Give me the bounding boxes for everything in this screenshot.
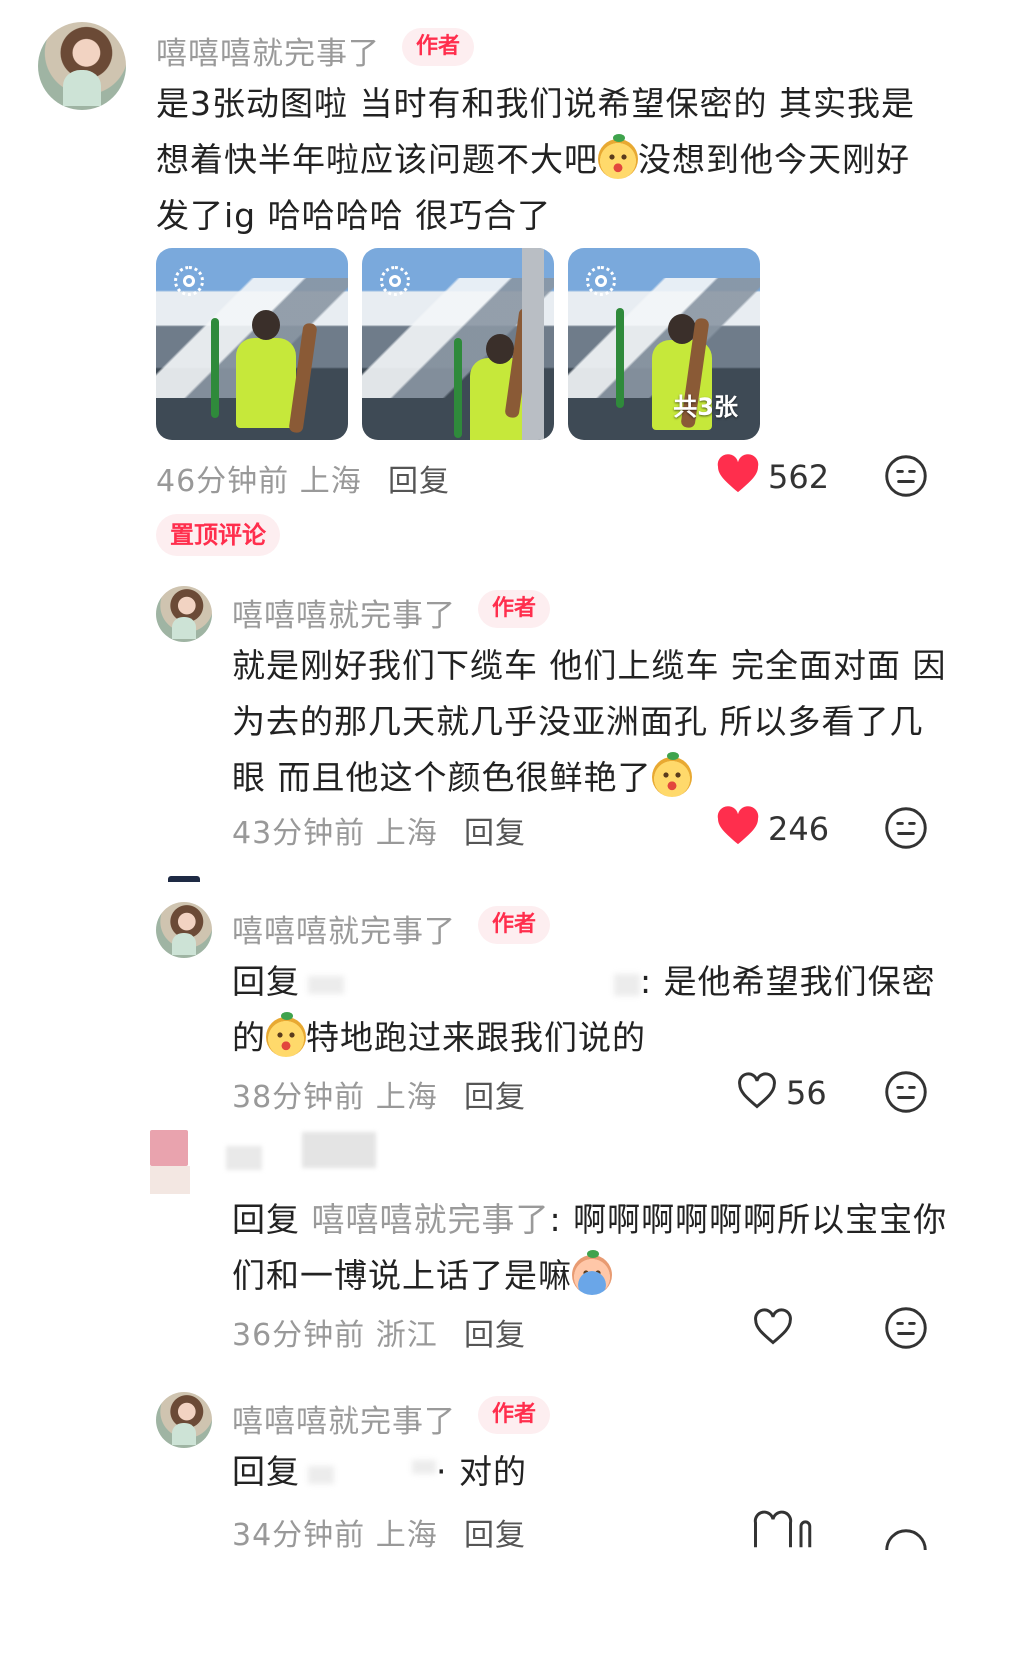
- avatar[interactable]: [38, 22, 126, 110]
- comment-text: 回复 · 对的: [232, 1444, 1002, 1500]
- avatar[interactable]: [156, 902, 212, 958]
- author-badge: 作者: [478, 906, 551, 944]
- live-photo-icon: [174, 266, 204, 296]
- dog-emoji-icon: [266, 1012, 306, 1057]
- emoji-reaction-icon[interactable]: [884, 806, 928, 850]
- comment-line: 就是刚好我们下缆车 他们上缆车 完全面对面 因: [232, 646, 947, 685]
- comment-line: 为去的那几天就几乎没亚洲面孔 所以多看了几: [232, 702, 924, 741]
- emoji-reaction-icon[interactable]: [884, 1506, 928, 1550]
- comment-author[interactable]: 嘻嘻嘻就完事了: [232, 1396, 456, 1441]
- blurred-username[interactable]: [226, 1146, 262, 1170]
- avatar[interactable]: [156, 1392, 212, 1448]
- author-badge: 作者: [402, 28, 475, 66]
- reply-button[interactable]: 回复: [464, 1310, 526, 1354]
- avatar[interactable]: [150, 1130, 204, 1196]
- comment-line: 发了ig 哈哈哈哈 很巧合了: [156, 196, 552, 235]
- dog-emoji-icon: [598, 134, 638, 179]
- comment-line: 是3张动图啦 当时有和我们说希望保密的 其实我是: [156, 84, 915, 123]
- comment-time: 36分钟前 浙江: [232, 1318, 438, 1353]
- live-photo-icon: [586, 266, 616, 296]
- heart-filled-icon[interactable]: [716, 454, 760, 494]
- reply-button[interactable]: 回复: [464, 1072, 526, 1116]
- image-thumbnail-3[interactable]: 共3张: [568, 248, 760, 440]
- crying-emoji-icon: [572, 1250, 612, 1295]
- comment-author[interactable]: 嘻嘻嘻就完事了: [232, 906, 456, 951]
- comment-text: 回复 嘻嘻嘻就完事了: 啊啊啊啊啊啊所以宝宝你 们和一博说上话了是嘛: [232, 1192, 1002, 1304]
- comment-line: 眼 而且他这个颜色很鲜艳了: [232, 750, 1002, 806]
- comment-time: 43分钟前 上海: [232, 816, 438, 851]
- comment-author[interactable]: 嘻嘻嘻就完事了: [156, 28, 380, 73]
- image-count-label: 共3张: [673, 393, 738, 421]
- comment-text: 回复 : 是他希望我们保密 的特地跑过来跟我们说的: [232, 954, 1002, 1066]
- heart-outline-icon[interactable]: [752, 1508, 822, 1548]
- comment-text: 是3张动图啦 当时有和我们说希望保密的 其实我是 想着快半年啦应该问题不大吧 没想…: [156, 76, 996, 244]
- author-badge: 作者: [478, 1396, 551, 1434]
- comment-line: 回复 嘻嘻嘻就完事了: 啊啊啊啊啊啊所以宝宝你: [232, 1200, 948, 1239]
- comment-line: 的特地跑过来跟我们说的: [232, 1012, 646, 1057]
- comment-line: 回复 · 对的: [232, 1452, 527, 1491]
- comment-line: 们和一博说上话了是嘛: [232, 1248, 1002, 1304]
- mention-username[interactable]: 嘻嘻嘻就完事了: [312, 1200, 550, 1239]
- heart-filled-icon[interactable]: [716, 806, 760, 846]
- comment-time: 38分钟前 上海: [232, 1080, 438, 1115]
- emoji-reaction-icon[interactable]: [884, 1306, 928, 1350]
- pinned-comment-badge: 置顶评论: [156, 514, 280, 556]
- emoji-reaction-icon[interactable]: [884, 1070, 928, 1114]
- heart-outline-icon[interactable]: [752, 1308, 794, 1346]
- mention-username[interactable]: [308, 976, 344, 994]
- comment-time: 46分钟前 上海: [156, 464, 362, 499]
- image-thumbnail-2[interactable]: [362, 248, 554, 440]
- dog-emoji-icon: [651, 752, 692, 797]
- comment-author[interactable]: 嘻嘻嘻就完事了: [232, 590, 456, 635]
- emoji-reaction-icon[interactable]: [884, 454, 928, 498]
- comment-line: 回复 : 是他希望我们保密: [232, 962, 936, 1001]
- reply-button[interactable]: 回复: [464, 808, 526, 852]
- avatar[interactable]: [156, 586, 212, 642]
- like-count: 246: [768, 810, 830, 848]
- author-badge: 作者: [478, 590, 551, 628]
- comment-text: 就是刚好我们下缆车 他们上缆车 完全面对面 因 为去的那几天就几乎没亚洲面孔 所…: [232, 638, 1002, 806]
- reply-button[interactable]: 回复: [464, 1510, 526, 1554]
- like-count: 56: [786, 1074, 827, 1112]
- comment-time: 34分钟前 上海: [232, 1518, 438, 1553]
- image-thumbnail-1[interactable]: [156, 248, 348, 440]
- comment-line: 想着快半年啦应该问题不大吧 没想到他今天刚好: [156, 134, 910, 179]
- heart-outline-icon[interactable]: [736, 1072, 778, 1110]
- mention-username[interactable]: [308, 1466, 334, 1484]
- reply-button[interactable]: 回复: [388, 456, 450, 500]
- like-count: 562: [768, 458, 830, 496]
- live-photo-icon: [380, 266, 410, 296]
